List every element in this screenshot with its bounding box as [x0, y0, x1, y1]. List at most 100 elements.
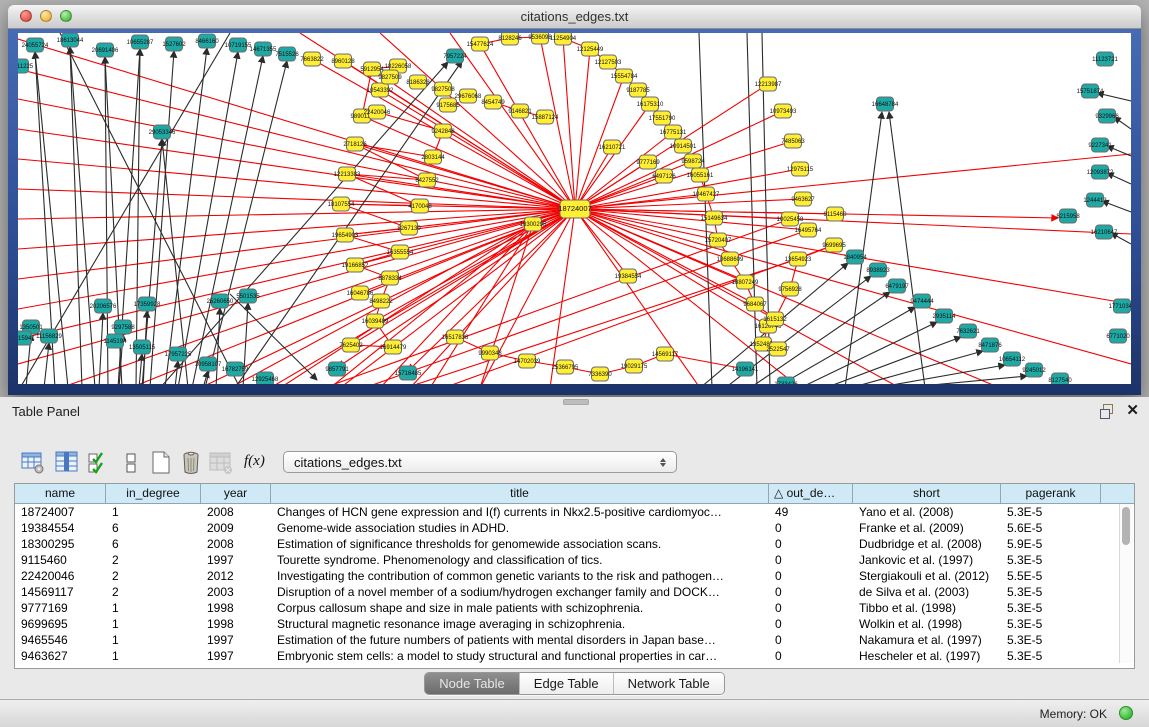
graph-node[interactable]: 2803144: [421, 150, 445, 164]
deselect-all-icon[interactable]: [118, 450, 144, 475]
column-header-in_degree[interactable]: in_degree: [106, 484, 201, 503]
graph-node[interactable]: 18511225: [18, 59, 34, 73]
graph-node[interactable]: 9536098: [528, 33, 552, 44]
graph-node[interactable]: 9329966: [1095, 109, 1119, 123]
graph-node[interactable]: 15554784: [611, 69, 638, 83]
table-row[interactable]: 911546021997Tourette syndrome. Phenomeno…: [15, 552, 1134, 568]
column-header-title[interactable]: title: [271, 484, 769, 503]
graph-node[interactable]: 9242848: [431, 124, 455, 138]
graph-node[interactable]: 8427552: [415, 173, 439, 187]
graph-node[interactable]: 7515526: [275, 47, 299, 61]
graph-node[interactable]: 9227341: [1088, 138, 1112, 152]
vertical-scrollbar[interactable]: [1119, 504, 1133, 663]
graph-node[interactable]: 8938923: [866, 263, 890, 277]
graph-node[interactable]: 9245012: [1022, 363, 1046, 377]
graph-node[interactable]: 6479197: [885, 279, 909, 293]
tab-network-table[interactable]: Network Table: [613, 673, 724, 694]
tab-node-table[interactable]: Node Table: [425, 673, 519, 694]
graph-node[interactable]: 1145194: [104, 334, 128, 348]
column-header-pagerank[interactable]: pagerank: [1001, 484, 1101, 503]
graph-node[interactable]: 8215958: [1056, 209, 1080, 223]
graph-node[interactable]: 19166852: [342, 258, 369, 272]
graph-node[interactable]: 5912954: [360, 62, 384, 76]
graph-node[interactable]: 14569117: [652, 347, 679, 361]
graph-node[interactable]: 7632621: [956, 324, 980, 338]
graph-node[interactable]: 14196141: [732, 362, 759, 376]
graph-node[interactable]: 9187785: [626, 83, 650, 97]
column-header-year[interactable]: year: [201, 484, 271, 503]
graph-node[interactable]: 10655287: [127, 35, 154, 49]
graph-node[interactable]: 24055724: [22, 38, 49, 52]
graph-node[interactable]: 12213987: [755, 77, 782, 91]
graph-node[interactable]: 6497126: [652, 169, 676, 183]
graph-node[interactable]: 12093872: [1087, 165, 1114, 179]
graph-node[interactable]: 9598724: [681, 154, 705, 168]
memory-status-icon[interactable]: [1119, 706, 1133, 720]
graph-node[interactable]: 29053346: [149, 125, 176, 139]
table-row[interactable]: 946362711997Embryonic stem cells: a mode…: [15, 648, 1134, 664]
graph-node[interactable]: 6771020: [1106, 329, 1130, 343]
graph-node[interactable]: 15477624: [467, 37, 494, 51]
graph-node[interactable]: 8454749: [481, 95, 505, 109]
graph-node[interactable]: 11254904: [550, 33, 577, 45]
graph-node[interactable]: 1527602: [162, 37, 186, 51]
graph-node[interactable]: 16039489: [362, 314, 389, 328]
network-canvas[interactable]: 2405572418613044206914061065528715276028…: [18, 33, 1131, 384]
function-builder-icon[interactable]: f(x): [244, 453, 270, 478]
graph-node[interactable]: 8878334: [378, 271, 402, 285]
graph-node[interactable]: 11156829: [36, 329, 62, 343]
graph-node[interactable]: 5501535: [236, 289, 260, 303]
close-panel-icon[interactable]: ✕: [1126, 401, 1139, 419]
graph-node[interactable]: 1733426: [774, 377, 798, 384]
graph-node[interactable]: 2522547: [766, 342, 790, 356]
graph-node[interactable]: 9699695: [822, 238, 846, 252]
graph-node[interactable]: 2718126: [343, 137, 367, 151]
graph-node[interactable]: 9115460: [824, 207, 848, 221]
graph-node[interactable]: 12127503: [595, 55, 622, 69]
graph-node[interactable]: 25260650: [207, 294, 234, 308]
delete-column-icon[interactable]: [178, 450, 204, 475]
column-visibility-icon[interactable]: [54, 450, 80, 475]
graph-node[interactable]: 16175310: [637, 97, 664, 111]
table-selector-dropdown[interactable]: citations_edges.txt: [283, 451, 677, 473]
graph-node[interactable]: 10654112: [999, 352, 1026, 366]
graph-node[interactable]: 18724007: [558, 200, 591, 218]
graph-node[interactable]: 9146821: [508, 104, 532, 118]
graph-node[interactable]: 19029175: [621, 359, 648, 373]
graph-node[interactable]: 14671355: [250, 42, 277, 56]
graph-node[interactable]: 10914501: [670, 139, 697, 153]
graph-node[interactable]: 4170048: [408, 199, 432, 213]
graph-node[interactable]: 16210721: [599, 140, 626, 154]
panel-resize-grip[interactable]: [563, 399, 589, 405]
column-header-out_de[interactable]: △ out_de…: [769, 484, 853, 503]
graph-node[interactable]: 7485063: [781, 134, 805, 148]
graph-node[interactable]: 9777169: [636, 155, 660, 169]
graph-node[interactable]: 19654903: [332, 228, 359, 242]
graph-node[interactable]: 16648784: [872, 97, 899, 111]
graph-node[interactable]: 12125449: [577, 42, 604, 56]
graph-node[interactable]: 13505115: [129, 340, 156, 354]
graph-node[interactable]: 2935114: [933, 309, 957, 323]
window-titlebar[interactable]: citations_edges.txt: [8, 5, 1141, 29]
graph-node[interactable]: 8127540: [1048, 373, 1072, 384]
graph-node[interactable]: 8267130: [397, 221, 421, 235]
graph-node[interactable]: 9297588: [111, 320, 135, 334]
graph-node[interactable]: 10543392: [367, 83, 394, 97]
graph-node[interactable]: 16775131: [660, 125, 687, 139]
graph-node[interactable]: 9857791: [325, 362, 349, 376]
graph-node[interactable]: 8960128: [331, 54, 355, 68]
graph-node[interactable]: 9756928: [778, 282, 802, 296]
float-panel-icon[interactable]: [1100, 404, 1115, 418]
graph-node[interactable]: 16046786: [347, 286, 374, 300]
graph-node[interactable]: 17359928: [134, 297, 161, 311]
graph-node[interactable]: 7957224: [443, 49, 467, 63]
table-row[interactable]: 977716911998Corpus callosum shape and si…: [15, 600, 1134, 616]
graph-node[interactable]: 14702039: [514, 354, 541, 368]
graph-node[interactable]: 1244413: [1083, 193, 1107, 207]
graph-node[interactable]: 8471876: [978, 338, 1002, 352]
graph-node[interactable]: 9990348: [478, 346, 502, 360]
graph-node[interactable]: 8466160: [195, 34, 219, 48]
graph-node[interactable]: 7336390: [588, 367, 612, 381]
table-row[interactable]: 1830029562008Estimation of significance …: [15, 536, 1134, 552]
graph-node[interactable]: 9474444: [910, 294, 934, 308]
